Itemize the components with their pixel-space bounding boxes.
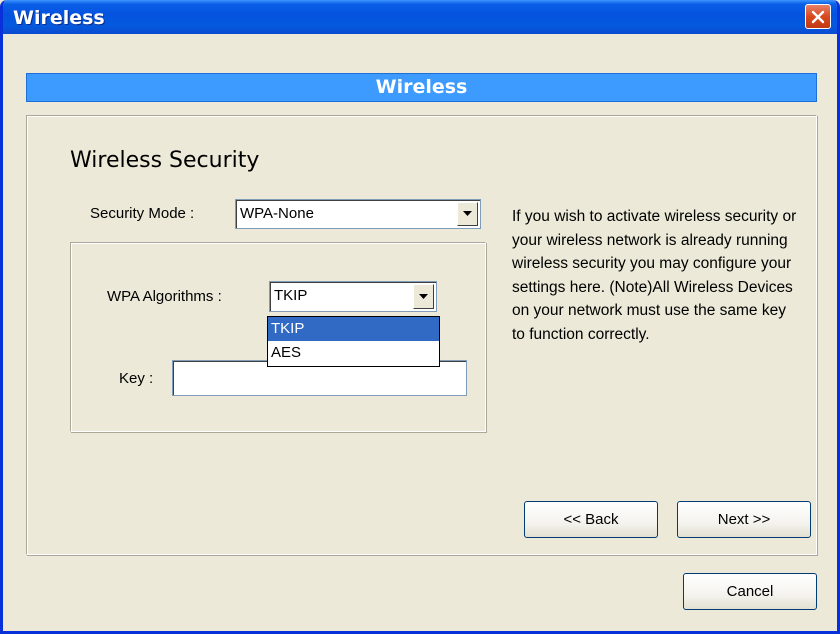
- chevron-down-icon: [419, 293, 428, 299]
- close-icon: [811, 10, 825, 23]
- wireless-dialog-window: Wireless Wireless Wireless Security Secu…: [0, 0, 840, 634]
- wpa-algorithms-dropdown-button[interactable]: [413, 284, 434, 309]
- help-text: If you wish to activate wireless securit…: [512, 208, 797, 343]
- security-mode-label: Security Mode :: [90, 205, 195, 222]
- section-heading: Wireless Security: [70, 148, 260, 173]
- wpa-algorithms-dropdown-list: TKIP AES: [267, 316, 440, 367]
- security-mode-select[interactable]: WPA-None: [235, 199, 481, 229]
- security-mode-dropdown-button[interactable]: [457, 202, 478, 226]
- wireless-banner: Wireless: [26, 73, 817, 102]
- title-bar[interactable]: Wireless: [3, 0, 837, 34]
- wpa-algorithms-label: WPA Algorithms :: [107, 288, 222, 305]
- dropdown-option-aes[interactable]: AES: [268, 341, 439, 365]
- chevron-down-icon: [463, 211, 472, 216]
- security-mode-value: WPA-None: [240, 205, 314, 222]
- cancel-button[interactable]: Cancel: [683, 573, 817, 610]
- key-label: Key :: [119, 370, 154, 387]
- wpa-algorithms-select[interactable]: TKIP: [269, 281, 437, 312]
- window-title: Wireless: [13, 7, 105, 29]
- next-button[interactable]: Next >>: [677, 501, 811, 538]
- close-button[interactable]: [805, 4, 831, 29]
- wpa-algorithms-value: TKIP: [274, 287, 308, 304]
- back-button[interactable]: << Back: [524, 501, 658, 538]
- dropdown-option-tkip[interactable]: TKIP: [268, 317, 439, 341]
